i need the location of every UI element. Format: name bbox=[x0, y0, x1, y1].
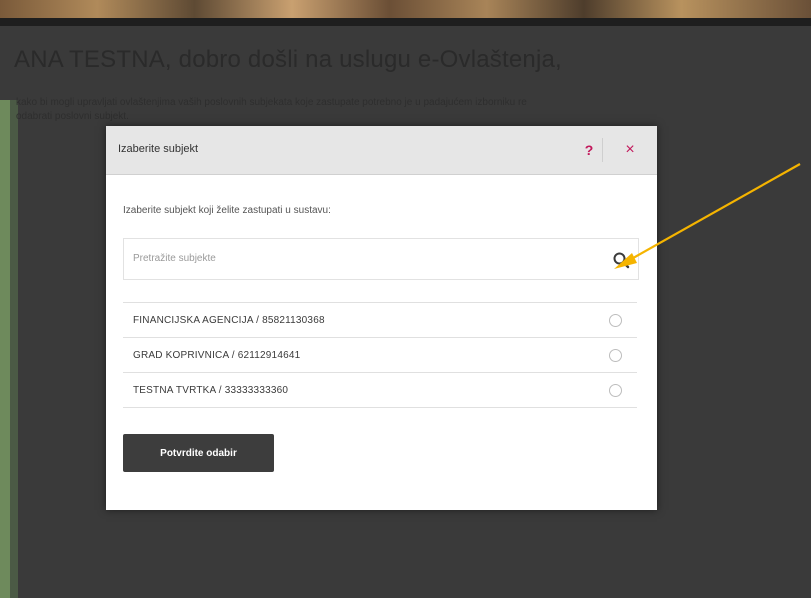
close-button[interactable]: × bbox=[618, 138, 642, 162]
help-button[interactable]: ? bbox=[576, 138, 603, 162]
subject-radio[interactable] bbox=[609, 349, 622, 362]
list-item[interactable]: GRAD KOPRIVNICA / 62112914641 bbox=[123, 338, 637, 373]
intro-text-line1: kako bi mogli upravljati ovlaštenjima va… bbox=[16, 97, 527, 108]
subject-radio[interactable] bbox=[609, 314, 622, 327]
search-icon[interactable] bbox=[612, 251, 630, 269]
subject-label: GRAD KOPRIVNICA / 62112914641 bbox=[133, 350, 301, 361]
select-subject-modal: Izaberite subjekt ? × Izaberite subjekt … bbox=[106, 126, 657, 510]
header-photo bbox=[0, 0, 811, 18]
intro-text-line2: odabrati poslovni subjekt. bbox=[16, 111, 129, 122]
close-icon: × bbox=[625, 141, 635, 158]
question-icon: ? bbox=[584, 142, 594, 158]
list-item[interactable]: FINANCIJSKA AGENCIJA / 85821130368 bbox=[123, 303, 637, 338]
modal-title: Izaberite subjekt bbox=[118, 143, 199, 155]
header-divider bbox=[0, 18, 811, 26]
page-frame-left bbox=[0, 100, 10, 598]
subject-list: FINANCIJSKA AGENCIJA / 85821130368 GRAD … bbox=[123, 302, 637, 408]
page-frame-shadow bbox=[10, 100, 18, 598]
app-window: ANA TESTNA, dobro došli na uslugu e-Ovla… bbox=[0, 0, 811, 598]
modal-instruction: Izaberite subjekt koji želite zastupati … bbox=[123, 205, 331, 216]
list-item[interactable]: TESTNA TVRTKA / 33333333360 bbox=[123, 373, 637, 408]
page-title: ANA TESTNA, dobro došli na uslugu e-Ovla… bbox=[14, 46, 562, 73]
confirm-selection-button[interactable]: Potvrdite odabir bbox=[123, 434, 274, 472]
subject-radio[interactable] bbox=[609, 384, 622, 397]
subject-label: TESTNA TVRTKA / 33333333360 bbox=[133, 385, 289, 396]
search-box bbox=[123, 238, 639, 280]
subject-label: FINANCIJSKA AGENCIJA / 85821130368 bbox=[133, 315, 325, 326]
intro-text: kako bi mogli upravljati ovlaštenjima va… bbox=[16, 96, 811, 124]
search-input[interactable] bbox=[125, 240, 593, 276]
modal-header: Izaberite subjekt ? × bbox=[106, 126, 657, 175]
